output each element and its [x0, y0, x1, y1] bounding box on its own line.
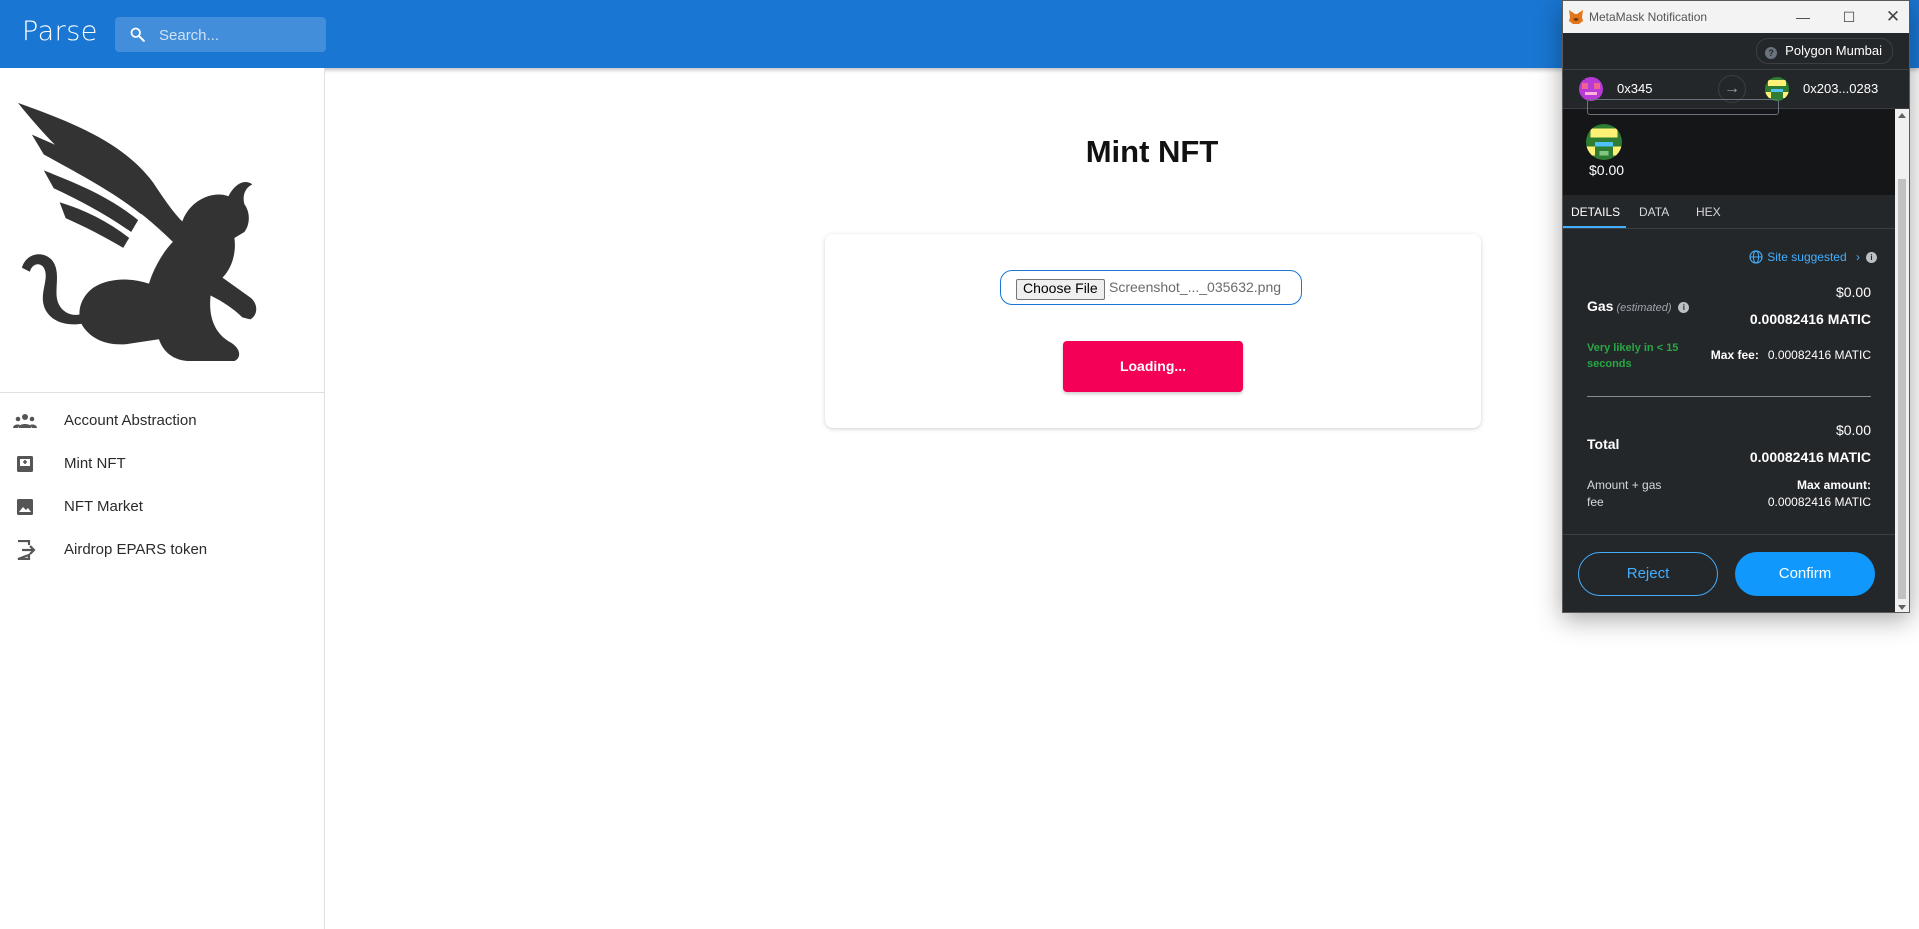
scrolled-box: [1587, 99, 1779, 115]
gas-matic: 0.00082416 MATIC: [1749, 311, 1871, 327]
metamask-fox-icon: [1569, 10, 1583, 24]
network-name: Polygon Mumbai: [1785, 43, 1882, 58]
sidebar-item-label: NFT Market: [64, 498, 143, 515]
site-suggested-label: Site suggested: [1767, 250, 1847, 264]
gas-info-icon[interactable]: i: [1678, 302, 1690, 313]
tab-details[interactable]: DETAILS: [1571, 205, 1620, 219]
max-fee-label: Max fee:: [1710, 348, 1759, 362]
tab-hex[interactable]: HEX: [1696, 205, 1721, 219]
scroll-down-icon[interactable]: [1898, 605, 1906, 610]
exit-to-app-icon: [17, 540, 36, 560]
nft-summary: $0.00: [1563, 99, 1895, 195]
from-account: 0x345: [1617, 81, 1653, 96]
mint-button[interactable]: Loading...: [1063, 341, 1243, 392]
sidebar-item-label: Account Abstraction: [64, 412, 197, 429]
file-input[interactable]: Choose File Screenshot_..._035632.png: [1000, 270, 1302, 305]
gas-usd: $0.00: [1835, 284, 1871, 300]
sidebar-item-nft-market[interactable]: NFT Market: [0, 487, 324, 527]
section-divider: [1587, 396, 1871, 397]
scroll-up-icon[interactable]: [1898, 113, 1906, 118]
choose-file-button[interactable]: Choose File: [1016, 279, 1105, 300]
total-usd: $0.00: [1835, 422, 1871, 438]
tab-data[interactable]: DATA: [1639, 205, 1669, 219]
max-fee-value: 0.00082416 MATIC: [1767, 348, 1871, 362]
app-logo[interactable]: Parse: [22, 16, 98, 47]
page-title: Mint NFT: [1085, 134, 1219, 169]
nft-value: $0.00: [1589, 162, 1625, 178]
griffin-logo: [17, 102, 257, 362]
globe-icon: [1749, 250, 1763, 264]
image-icon: [17, 499, 33, 515]
mint-icon: [17, 456, 33, 472]
site-suggested-link[interactable]: Site suggested › i: [1749, 250, 1877, 264]
close-icon[interactable]: ✕: [1879, 5, 1907, 29]
max-fee: Max fee: 0.00082416 MATIC: [1711, 348, 1871, 362]
active-tab-indicator: [1563, 226, 1626, 228]
max-amount-value: 0.00082416 MATIC: [1767, 495, 1871, 509]
sidebar-item-account-abstraction[interactable]: Account Abstraction: [0, 401, 324, 441]
total-matic: 0.00082416 MATIC: [1749, 449, 1871, 465]
network-help-icon: ?: [1765, 47, 1778, 59]
search-input[interactable]: [157, 23, 321, 47]
selected-file-name: Screenshot_..._035632.png: [1109, 279, 1282, 295]
confirmation-content: $0.00 DETAILS DATA HEX Site suggested › i…: [1563, 99, 1895, 612]
to-account: 0x203...0283: [1803, 81, 1879, 96]
gas-timing: Very likely in < 15 seconds: [1587, 342, 1679, 370]
scrollbar[interactable]: [1895, 109, 1909, 612]
gas-estimated: (estimated): [1616, 302, 1672, 314]
sidebar-item-label: Airdrop EPARS token: [64, 541, 208, 558]
mint-card: Choose File Screenshot_..._035632.png Lo…: [825, 234, 1481, 428]
max-amount: Max amount: 0.00082416 MATIC: [1768, 477, 1871, 511]
window-title: MetaMask Notification: [1589, 10, 1708, 24]
tx-tabs: DETAILS DATA HEX: [1563, 195, 1895, 229]
max-amount-label: Max amount:: [1796, 478, 1871, 492]
gas-title: Gas: [1587, 298, 1614, 314]
info-icon[interactable]: i: [1866, 252, 1877, 263]
sidebar-item-label: Mint NFT: [64, 455, 126, 472]
footer-divider: [1563, 534, 1895, 535]
metamask-window: MetaMask Notification — ☐ ✕ ? Polygon Mum…: [1562, 0, 1910, 613]
from-account-avatar: [1579, 77, 1603, 101]
sidebar-item-mint-nft[interactable]: Mint NFT: [0, 444, 324, 484]
people-icon: [13, 414, 37, 428]
nft-avatar: [1586, 124, 1622, 160]
search-icon: [130, 27, 145, 42]
amount-gas-label: Amount + gas fee: [1587, 478, 1662, 509]
maximize-icon[interactable]: ☐: [1835, 5, 1863, 29]
to-account-avatar: [1765, 77, 1789, 101]
sidebar-item-airdrop[interactable]: Airdrop EPARS token: [0, 530, 324, 570]
window-titlebar: MetaMask Notification — ☐ ✕: [1563, 1, 1909, 33]
gas-label: Gas (estimated) i: [1587, 298, 1690, 314]
sidebar: Account Abstraction Mint NFT NFT Market …: [0, 68, 325, 929]
confirm-button[interactable]: Confirm: [1735, 552, 1875, 596]
chevron-right-icon: ›: [1856, 250, 1860, 264]
reject-button[interactable]: Reject: [1578, 552, 1718, 596]
total-label: Total: [1587, 436, 1620, 452]
network-row: ? Polygon Mumbai: [1563, 33, 1909, 69]
sidebar-divider: [0, 392, 324, 393]
search-box[interactable]: [115, 17, 326, 52]
scrollbar-thumb[interactable]: [1898, 179, 1906, 599]
network-selector[interactable]: ? Polygon Mumbai: [1756, 38, 1893, 64]
minimize-icon[interactable]: —: [1789, 5, 1817, 29]
